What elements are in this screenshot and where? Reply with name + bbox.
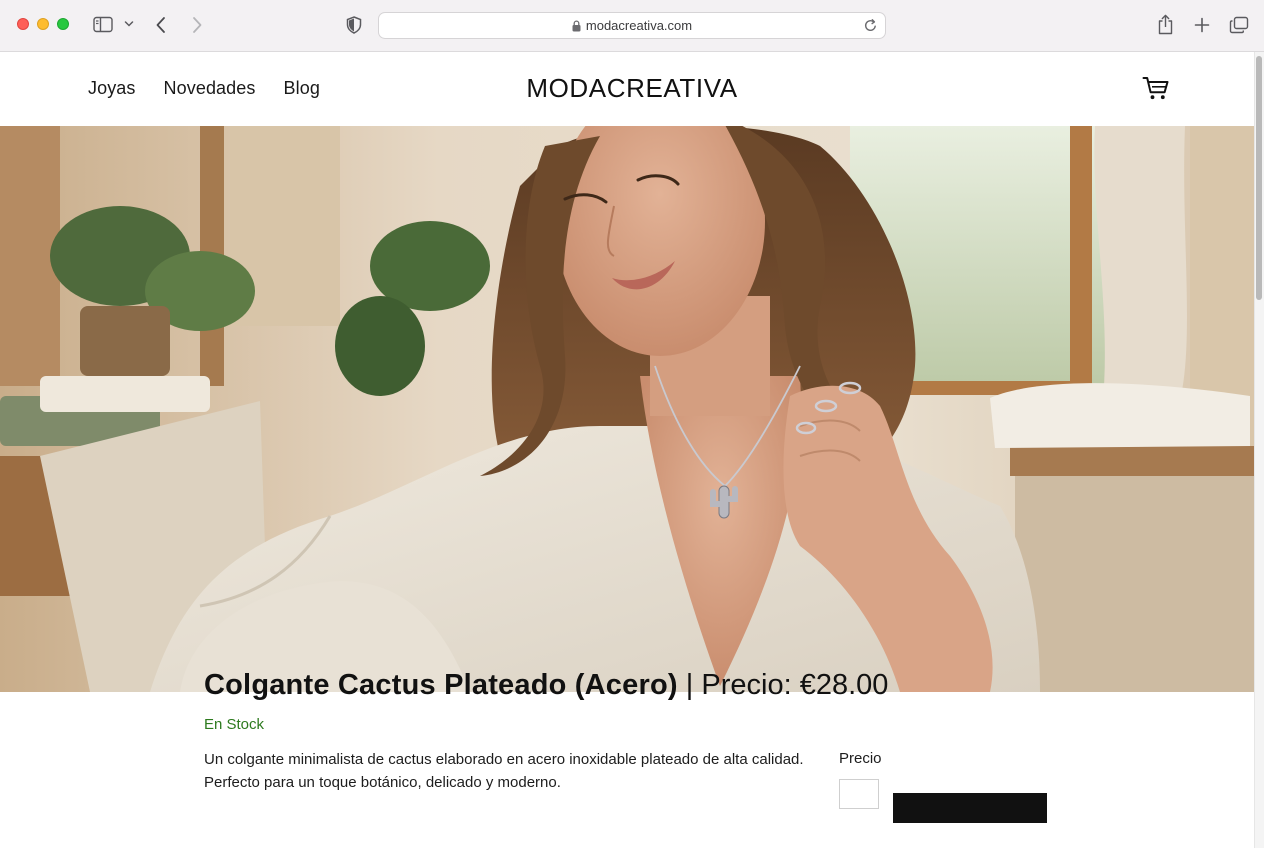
quantity-input[interactable] — [839, 779, 879, 809]
product-info: Colgante Cactus Plateado (Acero) | Preci… — [204, 666, 1104, 794]
description-line-2: Perfecto para un toque botánico, delicad… — [204, 774, 561, 791]
lock-icon — [572, 19, 581, 32]
price-label: Precio — [839, 750, 882, 767]
page-viewport: Joyas Novedades Blog MODACREATIVA Colgan… — [0, 52, 1264, 848]
window-minimize-button[interactable] — [37, 18, 49, 30]
window-close-button[interactable] — [17, 18, 29, 30]
page-scrollbar[interactable] — [1254, 52, 1264, 848]
back-arrow-icon[interactable] — [155, 16, 167, 34]
plus-icon[interactable] — [1194, 17, 1210, 33]
window-maximize-button[interactable] — [57, 18, 69, 30]
hero-image — [0, 126, 1254, 692]
site-header: Joyas Novedades Blog MODACREATIVA — [0, 52, 1254, 126]
browser-toolbar: modacreativa.com — [0, 0, 1264, 52]
reload-icon[interactable] — [863, 18, 878, 38]
product-name: Colgante Cactus Plateado (Acero) — [204, 669, 678, 701]
sidebar-toggle-icon[interactable] — [93, 16, 113, 33]
site-logo[interactable]: MODACREATIVA — [0, 73, 1264, 104]
chevron-down-icon[interactable] — [124, 20, 134, 28]
product-title: Colgante Cactus Plateado (Acero) | Preci… — [204, 666, 1104, 704]
forward-arrow-icon[interactable] — [191, 16, 203, 34]
stock-status: En Stock — [204, 716, 265, 733]
scrollbar-thumb[interactable] — [1256, 56, 1262, 300]
address-bar[interactable]: modacreativa.com — [378, 12, 886, 39]
add-to-cart-button[interactable] — [893, 793, 1047, 823]
privacy-shield-icon[interactable] — [346, 16, 362, 34]
tabs-overview-icon[interactable] — [1229, 16, 1249, 34]
url-text: modacreativa.com — [585, 18, 693, 33]
share-icon[interactable] — [1157, 14, 1174, 35]
shopping-cart-icon[interactable] — [1142, 74, 1170, 107]
product-description: Un colgante minimalista de cactus elabor… — [204, 748, 824, 794]
product-price: Precio: €28.00 — [701, 669, 889, 701]
title-separator: | — [685, 669, 694, 701]
description-line-1: Un colgante minimalista de cactus elabor… — [204, 751, 804, 768]
